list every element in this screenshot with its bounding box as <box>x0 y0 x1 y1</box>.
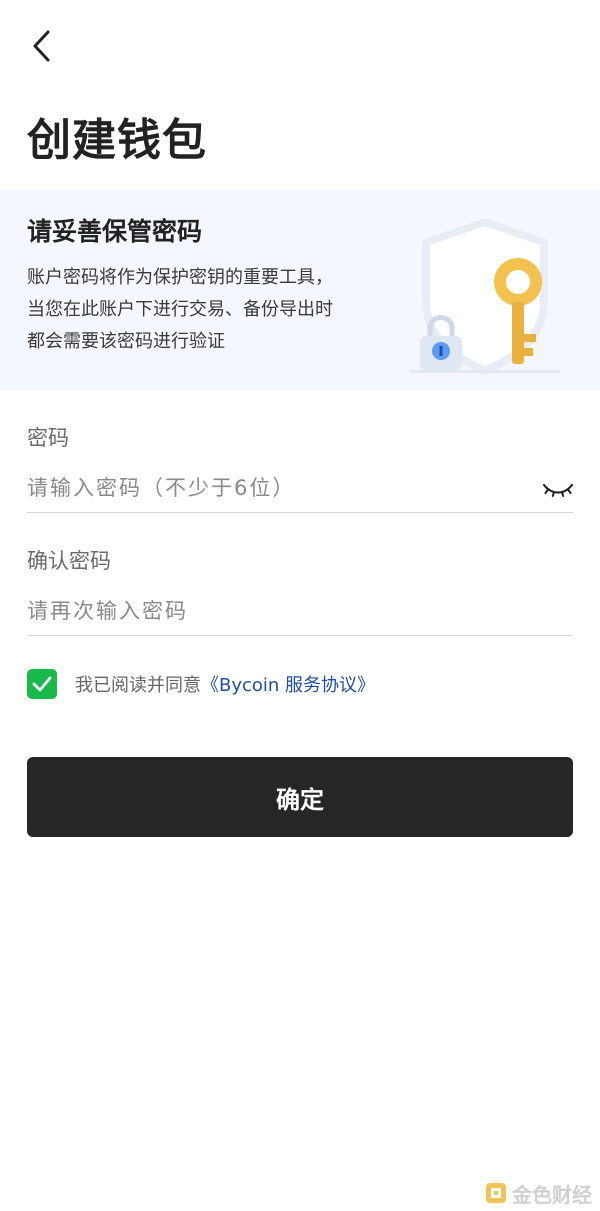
password-label: 密码 <box>27 426 69 450</box>
checkmark-icon <box>32 676 52 692</box>
confirm-password-input[interactable] <box>27 591 527 631</box>
page-title: 创建钱包 <box>27 115 207 166</box>
eye-closed-icon <box>542 483 574 497</box>
terms-link[interactable]: 《Bycoin 服务协议》 <box>201 671 375 697</box>
info-description-line: 当您在此账户下进行交易、备份导出时 <box>27 299 333 320</box>
confirm-button[interactable]: 确定 <box>27 757 573 837</box>
info-title: 请妥善保管密码 <box>27 217 203 246</box>
agreement-text: 我已阅读并同意 <box>75 675 201 696</box>
chevron-left-icon <box>33 30 50 62</box>
shield-key-lock-illustration <box>410 218 560 375</box>
info-description-line: 都会需要该密码进行验证 <box>27 331 225 352</box>
info-description: 账户密码将作为保护密钥的重要工具， 当您在此账户下进行交易、备份导出时 都会需要… <box>27 262 387 358</box>
confirm-password-underline <box>27 635 573 636</box>
info-card: 请妥善保管密码 账户密码将作为保护密钥的重要工具， 当您在此账户下进行交易、备份… <box>0 190 600 390</box>
toggle-visibility-button[interactable] <box>538 474 578 504</box>
agreement-checkbox[interactable] <box>27 669 57 699</box>
info-description-line: 账户密码将作为保护密钥的重要工具， <box>27 267 333 288</box>
confirm-password-label: 确认密码 <box>27 549 111 573</box>
watermark-text: 金色财经 <box>512 1182 592 1207</box>
password-input[interactable] <box>27 468 527 508</box>
password-underline <box>27 512 573 513</box>
watermark: 金色财经 <box>484 1179 592 1207</box>
agreement-row: 我已阅读并同意 《Bycoin 服务协议》 <box>27 668 375 700</box>
back-button[interactable] <box>22 26 62 66</box>
brand-logo-icon <box>486 1183 506 1203</box>
